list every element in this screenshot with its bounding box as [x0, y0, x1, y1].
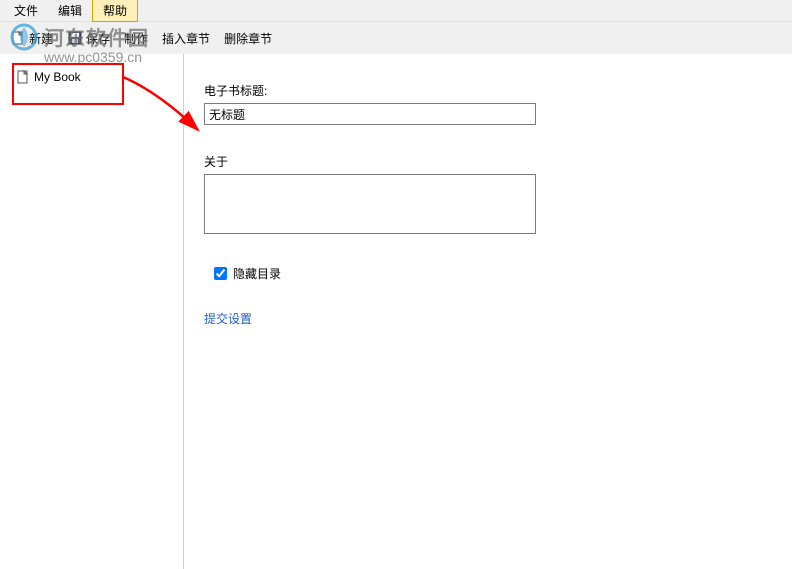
- insert-chapter-button[interactable]: 插入章节: [156, 26, 216, 51]
- hide-toc-checkbox[interactable]: [214, 267, 227, 280]
- delete-chapter-label: 删除章节: [224, 30, 272, 47]
- menubar: 文件 编辑 帮助: [0, 0, 792, 22]
- hide-toc-row: 隐藏目录: [214, 265, 772, 282]
- tree-item-book[interactable]: My Book: [12, 68, 175, 86]
- title-label: 电子书标题:: [204, 82, 772, 99]
- new-button[interactable]: 新建: [4, 26, 59, 51]
- make-button-label: 制作: [124, 30, 148, 47]
- save-icon: [67, 30, 83, 46]
- toolbar: 新建 保存 制作 插入章节 删除章节: [0, 22, 792, 54]
- submit-settings-link[interactable]: 提交设置: [204, 310, 772, 327]
- save-button-label: 保存: [86, 30, 110, 47]
- book-icon: [16, 70, 30, 84]
- new-button-label: 新建: [29, 30, 53, 47]
- menu-help[interactable]: 帮助: [92, 0, 138, 22]
- title-input[interactable]: [204, 103, 536, 125]
- delete-chapter-button[interactable]: 删除章节: [218, 26, 278, 51]
- hide-toc-label: 隐藏目录: [233, 265, 281, 282]
- new-file-icon: [10, 30, 26, 46]
- save-button[interactable]: 保存: [61, 26, 116, 51]
- menu-file[interactable]: 文件: [4, 0, 48, 21]
- main-area: My Book 电子书标题: 关于 隐藏目录 提交设置: [0, 54, 792, 569]
- menu-edit[interactable]: 编辑: [48, 0, 92, 21]
- sidebar: My Book: [0, 54, 184, 569]
- about-label: 关于: [204, 153, 772, 170]
- make-button[interactable]: 制作: [118, 26, 154, 51]
- about-textarea[interactable]: [204, 174, 536, 234]
- insert-chapter-label: 插入章节: [162, 30, 210, 47]
- content-panel: 电子书标题: 关于 隐藏目录 提交设置: [184, 54, 792, 569]
- tree-item-label: My Book: [34, 70, 81, 84]
